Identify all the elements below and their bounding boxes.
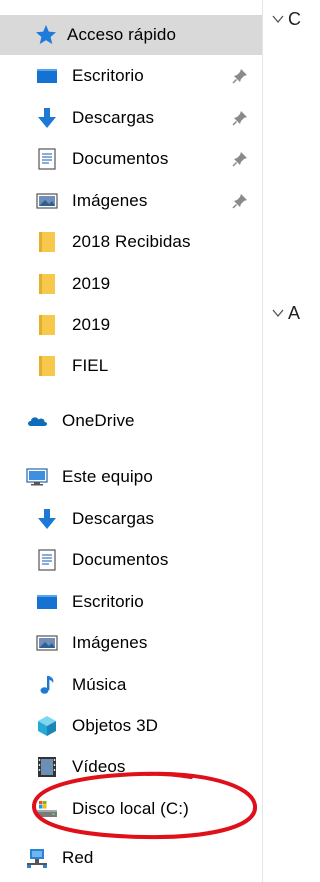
nav-item-label: 2019 xyxy=(72,315,111,334)
pin-icon[interactable] xyxy=(232,68,248,84)
this-pc-item-musica[interactable]: Música xyxy=(0,665,262,705)
downloads-arrow-icon xyxy=(36,508,58,530)
downloads-arrow-icon xyxy=(36,107,58,129)
folder-icon xyxy=(36,273,58,295)
content-group-header-label: C xyxy=(288,8,301,29)
nav-item-label: Música xyxy=(72,675,127,694)
quick-access-item-imagenes[interactable]: Imágenes xyxy=(0,181,262,221)
nav-item-label: Descargas xyxy=(72,509,155,528)
this-pc-item-documentos[interactable]: Documentos xyxy=(0,540,262,580)
network-icon xyxy=(26,847,48,869)
chevron-down-icon xyxy=(272,15,284,24)
this-pc-item-descargas[interactable]: Descargas xyxy=(0,499,262,539)
pane-divider[interactable] xyxy=(262,0,263,882)
nav-item-network[interactable]: Red xyxy=(0,838,262,878)
folder-icon xyxy=(36,231,58,253)
this-pc-item-disco-local[interactable]: Disco local (C:) xyxy=(0,789,262,829)
desktop-folder-icon xyxy=(36,591,58,613)
navigation-pane: Acceso rápido Escritorio Descargas Docum… xyxy=(0,0,262,882)
documents-icon xyxy=(36,549,58,571)
quick-access-item-documentos[interactable]: Documentos xyxy=(0,139,262,179)
nav-item-label: 2019 xyxy=(72,274,111,293)
pictures-icon xyxy=(36,190,58,212)
3d-objects-icon xyxy=(36,715,58,737)
nav-item-label: Documentos xyxy=(72,550,169,569)
nav-item-quick-access[interactable]: Acceso rápido xyxy=(0,15,262,55)
nav-item-label: Escritorio xyxy=(72,592,144,611)
nav-item-label: Descargas xyxy=(72,108,155,127)
pin-icon[interactable] xyxy=(232,193,248,209)
quick-access-item-fiel[interactable]: FIEL xyxy=(0,346,262,386)
documents-icon xyxy=(36,148,58,170)
nav-item-label: Objetos 3D xyxy=(72,716,159,735)
nav-item-label: Imágenes xyxy=(72,633,148,652)
quick-access-item-escritorio[interactable]: Escritorio xyxy=(0,56,262,96)
onedrive-cloud-icon xyxy=(26,410,48,432)
nav-item-this-pc[interactable]: Este equipo xyxy=(0,457,262,497)
folder-icon xyxy=(36,314,58,336)
nav-item-label: Imágenes xyxy=(72,191,148,210)
quick-access-item-2019-b[interactable]: 2019 xyxy=(0,305,262,345)
this-pc-item-videos[interactable]: Vídeos xyxy=(0,747,262,787)
nav-item-label: Escritorio xyxy=(72,66,144,85)
nav-item-label: OneDrive xyxy=(62,411,135,430)
content-group-header[interactable]: C xyxy=(270,4,301,34)
music-note-icon xyxy=(36,674,58,696)
this-pc-item-objetos-3d[interactable]: Objetos 3D xyxy=(0,706,262,746)
pin-icon[interactable] xyxy=(232,110,248,126)
videos-icon xyxy=(36,756,58,778)
nav-item-label: Acceso rápido xyxy=(67,25,177,44)
nav-item-onedrive[interactable]: OneDrive xyxy=(0,401,262,441)
nav-item-label: Vídeos xyxy=(72,757,126,776)
nav-item-label: Disco local (C:) xyxy=(72,799,189,818)
folder-icon xyxy=(36,355,58,377)
content-group-header-label: A xyxy=(288,302,301,323)
nav-item-label: Este equipo xyxy=(62,467,153,486)
local-disk-icon xyxy=(36,798,58,820)
quick-access-item-descargas[interactable]: Descargas xyxy=(0,98,262,138)
nav-item-label: Red xyxy=(62,848,94,867)
this-pc-item-imagenes[interactable]: Imágenes xyxy=(0,623,262,663)
nav-item-label: FIEL xyxy=(72,356,109,375)
chevron-down-icon xyxy=(272,309,284,318)
this-pc-item-escritorio[interactable]: Escritorio xyxy=(0,582,262,622)
nav-item-label: 2018 Recibidas xyxy=(72,232,191,251)
quick-access-item-2019[interactable]: 2019 xyxy=(0,264,262,304)
pin-icon[interactable] xyxy=(232,151,248,167)
nav-item-label: Documentos xyxy=(72,149,169,168)
desktop-folder-icon xyxy=(36,65,58,87)
quick-access-item-2018-recibidas[interactable]: 2018 Recibidas xyxy=(0,222,262,262)
pictures-icon xyxy=(36,632,58,654)
computer-icon xyxy=(26,466,48,488)
star-icon xyxy=(35,24,57,46)
content-group-header[interactable]: A xyxy=(270,298,300,328)
